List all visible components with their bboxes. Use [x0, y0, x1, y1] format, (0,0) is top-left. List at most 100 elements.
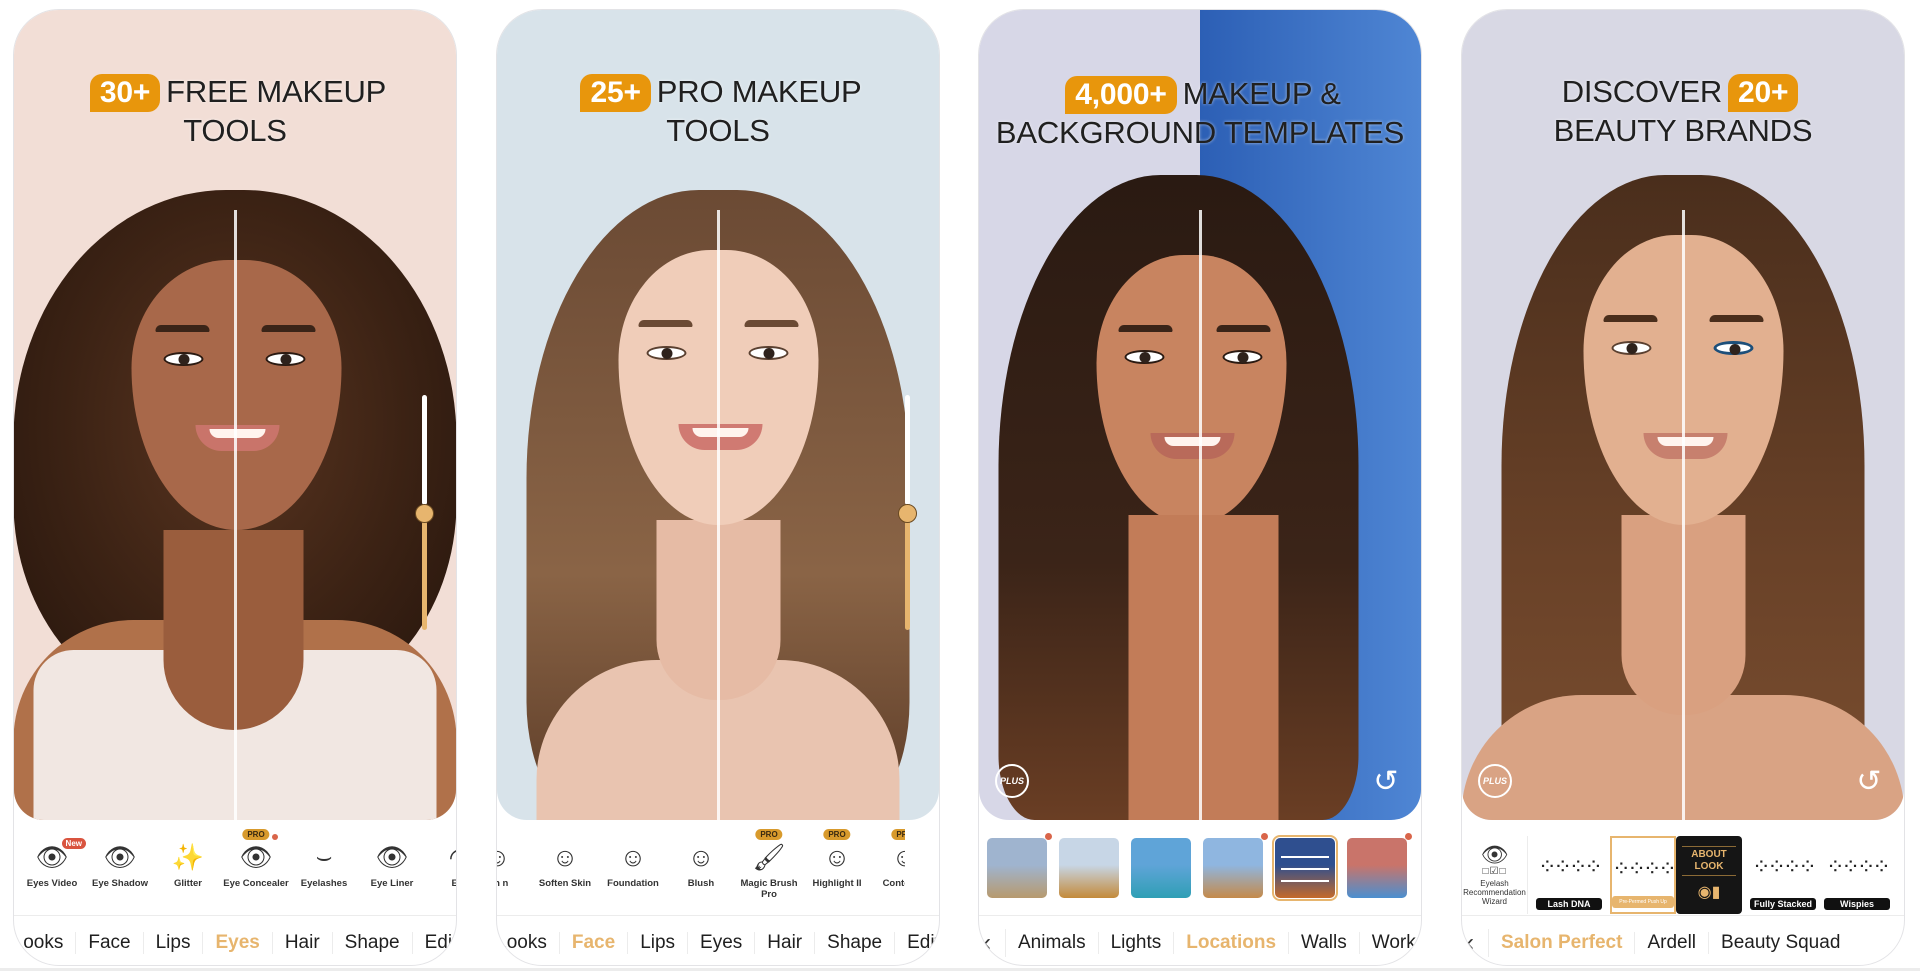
undo-icon[interactable]: ↺: [1369, 764, 1403, 798]
tab-animals[interactable]: Animals: [1006, 932, 1098, 954]
about-look-button[interactable]: ABOUT LOOK ◉▮: [1676, 836, 1742, 914]
headline-line-2: BEAUTY BRANDS: [1553, 113, 1813, 148]
thumbnail-venice-canal[interactable]: [1131, 838, 1191, 898]
headline-line-2: BACKGROUND TEMPLATES: [995, 115, 1405, 150]
plus-label: PLUS: [999, 776, 1024, 786]
tab-eyes[interactable]: Eyes: [202, 932, 271, 954]
eyelash-icon: ⁘⁘⁘⁘: [1538, 854, 1603, 879]
notification-dot: [272, 834, 278, 840]
plus-effects-button[interactable]: PLUS: [995, 764, 1029, 798]
tool-soften-skin[interactable]: ☺ Soften Skin: [531, 842, 599, 890]
tab-beauty-squad[interactable]: Beauty Squad: [1708, 932, 1852, 954]
slider-track-filled: [905, 520, 910, 630]
new-badge: New: [61, 838, 86, 849]
tool-eyelashes[interactable]: ⌣ Eyelashes: [290, 841, 358, 889]
screenshot-card-templates: 4,000+ MAKEUP & BACKGROUND TEMPLATES PLUS…: [978, 9, 1422, 966]
tool-eyes-video[interactable]: 👁 New Eyes Video: [18, 838, 86, 889]
compare-split-line[interactable]: [1682, 210, 1685, 820]
tool-label: Eye Concealer: [223, 878, 289, 889]
back-chevron-icon[interactable]: ‹: [1462, 929, 1489, 957]
tab-hair[interactable]: Hair: [754, 932, 814, 954]
tab-face[interactable]: Face: [75, 932, 142, 954]
headline: 25+ PRO MAKEUP TOOLS: [497, 73, 939, 149]
tab-looks[interactable]: Looks: [14, 932, 75, 954]
tab-eyes[interactable]: Eyes: [687, 932, 754, 954]
brand-tabs: ‹ Salon Perfect Ardell Beauty Squad: [1462, 920, 1904, 965]
tool-highlight-ii[interactable]: ☺ PRO Highlight II: [803, 829, 871, 889]
lash-fully-stacked[interactable]: ⁘⁘⁘⁘ Fully Stacked: [1750, 836, 1817, 914]
blush-icon: ☺: [687, 841, 715, 872]
tab-edit[interactable]: Edit: [894, 932, 939, 954]
tab-locations[interactable]: Locations: [1173, 932, 1288, 954]
eyelash-wizard-button[interactable]: 👁 □☑□ Eyelash Recommendation Wizard: [1462, 836, 1528, 914]
back-chevron-icon[interactable]: ‹: [979, 929, 1006, 957]
tool-eye-concealer[interactable]: 👁 PRO Eye Concealer: [222, 829, 290, 889]
background-thumbnails: [987, 833, 1412, 901]
tool-magic-brush-pro[interactable]: 🖌 PRO Magic Brush Pro: [735, 829, 803, 900]
lash-wispies[interactable]: ⁘⁘⁘⁘ Wispies: [1824, 836, 1891, 914]
eye-icon: 👁: [1480, 842, 1509, 867]
tab-lips[interactable]: Lips: [627, 932, 687, 954]
pro-badge: PRO: [242, 829, 270, 840]
divider: [1462, 915, 1904, 916]
notification-dot: [1405, 833, 1412, 840]
adjust-slider-icon: [1281, 880, 1329, 882]
notification-dot: [1261, 833, 1268, 840]
photo-preview: 4,000+ MAKEUP & BACKGROUND TEMPLATES PLUS…: [979, 10, 1421, 820]
lash-lash-dna[interactable]: ⁘⁘⁘⁘ Lash DNA: [1536, 836, 1603, 914]
tab-lips[interactable]: Lips: [142, 932, 203, 954]
about-look-label: ABOUT LOOK: [1682, 846, 1736, 876]
tab-hair[interactable]: Hair: [271, 932, 332, 954]
count-badge: 20+: [1728, 74, 1799, 112]
tab-salon-perfect[interactable]: Salon Perfect: [1489, 932, 1634, 954]
compare-split-line[interactable]: [717, 210, 720, 820]
intensity-slider[interactable]: [415, 395, 434, 630]
tool-label: Eyelashes: [300, 878, 348, 889]
thumbnail-canal-houses-adjust[interactable]: [1272, 835, 1338, 901]
tab-ardell[interactable]: Ardell: [1634, 932, 1708, 954]
tool-blush[interactable]: ☺ Blush: [667, 841, 735, 890]
tab-shape[interactable]: Shape: [814, 932, 894, 954]
tool-label: ten n: [497, 878, 509, 889]
undo-icon[interactable]: ↺: [1852, 764, 1886, 798]
slider-track-filled: [422, 520, 427, 630]
compare-split-line[interactable]: [1199, 210, 1202, 820]
tab-work[interactable]: Work: [1358, 932, 1421, 954]
tab-edit[interactable]: Edit: [411, 932, 456, 954]
thumbnail-canal-reflection[interactable]: [1347, 833, 1412, 898]
tab-lights[interactable]: Lights: [1097, 932, 1174, 954]
page-bottom-rule: [0, 968, 1920, 971]
divider: [979, 915, 1421, 916]
tool-row: 👁 New Eyes Video 👁 Eye Shadow ✨ Glitter 👁 PRO Eye…: [14, 828, 456, 914]
tool-ten-n[interactable]: ☺ ten n: [497, 842, 531, 890]
slider-knob[interactable]: [898, 503, 917, 523]
headline-line-1: MAKEUP &: [1182, 76, 1341, 111]
tool-contour-ii[interactable]: ☺ PRO Contour II: [871, 829, 905, 889]
tab-face[interactable]: Face: [558, 932, 627, 954]
tab-walls[interactable]: Walls: [1288, 932, 1359, 954]
tool-eye[interactable]: ◠ Eye: [426, 842, 456, 890]
tool-eye-liner[interactable]: 👁 Eye Liner: [358, 842, 426, 890]
tool-label: Glitter: [174, 878, 202, 889]
plus-effects-button[interactable]: PLUS: [1478, 764, 1512, 798]
tool-foundation[interactable]: ☺ Foundation: [599, 842, 667, 890]
tab-shape[interactable]: Shape: [331, 932, 412, 954]
divider: [497, 915, 939, 916]
screenshot-card-beauty-brands: DISCOVER 20+ BEAUTY BRANDS PLUS ↺ 👁 □☑□ E…: [1461, 9, 1905, 966]
slider-knob[interactable]: [415, 503, 434, 523]
compare-split-line[interactable]: [234, 210, 237, 820]
tool-label: Eye Shadow: [92, 878, 148, 889]
count-badge: 25+: [580, 74, 651, 112]
tool-eye-shadow[interactable]: 👁 Eye Shadow: [86, 842, 154, 890]
lash-list: ⁘⁘⁘⁘ Lash DNA ⁘⁘⁘⁘ Pre-Permed Push Up ABOUT …: [1528, 836, 1891, 914]
thumbnail-city-hillside[interactable]: [987, 833, 1052, 898]
lash-pre-permed-push-up[interactable]: ⁘⁘⁘⁘ Pre-Permed Push Up: [1610, 836, 1677, 914]
headline: 30+ FREE MAKEUP TOOLS: [14, 73, 456, 149]
eyelashes-icon: ⌣: [315, 841, 333, 871]
eye-icon: ◠: [441, 842, 456, 872]
tool-glitter[interactable]: ✨ Glitter: [154, 842, 222, 890]
thumbnail-taj-mahal[interactable]: [1059, 838, 1119, 898]
intensity-slider[interactable]: [898, 395, 917, 630]
thumbnail-desert-pillars[interactable]: [1203, 833, 1268, 898]
tab-looks[interactable]: Looks: [497, 932, 559, 954]
